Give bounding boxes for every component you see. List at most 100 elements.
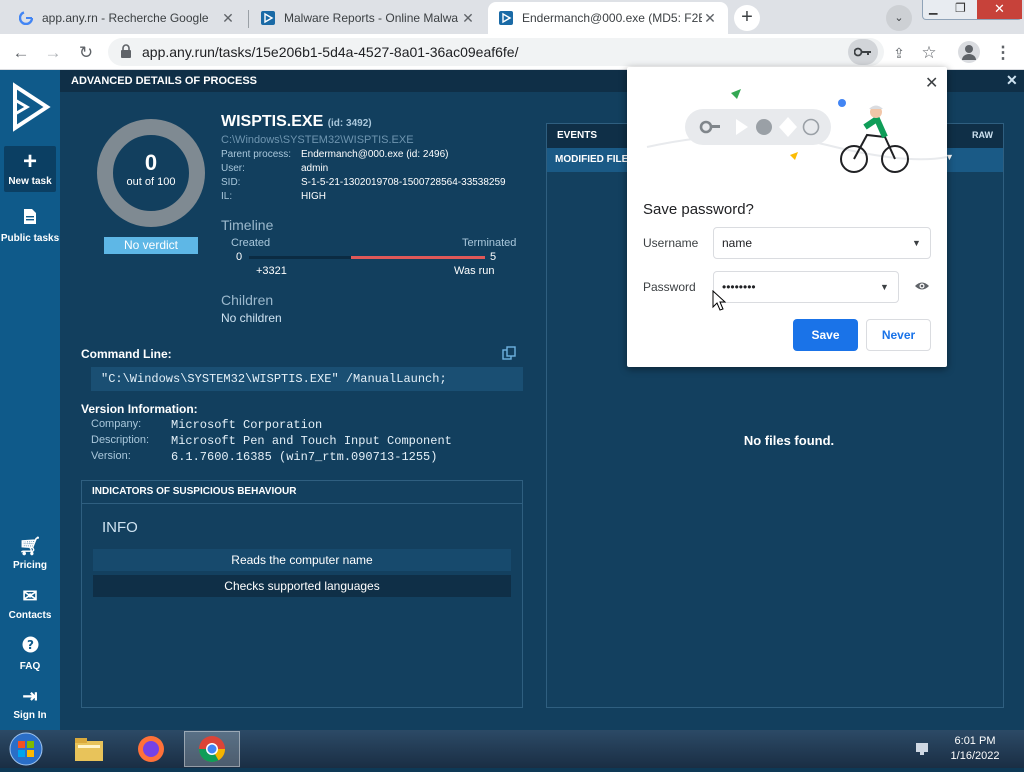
file-explorer-icon[interactable] <box>72 733 106 765</box>
back-arrow-icon[interactable]: ← <box>10 42 32 64</box>
score-donut: 0 out of 100 <box>96 118 206 228</box>
tab-strip: app.any.rn - Recherche Google ✕ Malware … <box>0 0 1024 34</box>
username-field[interactable]: name ▼ <box>713 227 931 259</box>
clock-time: 6:01 PM <box>954 735 996 747</box>
svg-text:?: ? <box>27 638 34 652</box>
anyrun-logo[interactable] <box>7 82 53 132</box>
key-icon[interactable] <box>848 39 878 65</box>
bookmark-star-icon[interactable]: ☆ <box>918 42 940 64</box>
timeline-terminated-label: Terminated <box>462 237 517 249</box>
copy-icon[interactable] <box>502 346 516 360</box>
indicator-item[interactable]: Checks supported languages <box>93 575 511 597</box>
tab-modified-files[interactable]: MODIFIED FILE <box>555 154 628 165</box>
timeline-bar-running <box>351 256 485 259</box>
start-button[interactable] <box>6 731 46 767</box>
forward-arrow-icon[interactable]: → <box>42 42 64 64</box>
document-icon <box>0 208 60 229</box>
process-fields: Parent process: Endermanch@000.exe (id: 2… <box>221 149 531 205</box>
timeline-terminated-value: 5 <box>490 251 497 263</box>
field-label: User: <box>221 163 245 174</box>
mouse-cursor-icon <box>712 289 727 317</box>
profile-avatar-icon[interactable] <box>958 41 980 63</box>
chrome-taskbar-button[interactable] <box>184 731 240 767</box>
command-line-value: "C:\Windows\SYSTEM32\WISPTIS.EXE" /Manua… <box>91 367 523 391</box>
version-value: 6.1.7600.16385 (win7_rtm.090713-1255) <box>171 450 438 464</box>
close-tab-icon[interactable]: ✕ <box>460 10 476 27</box>
timeline-created-value: 0 <box>236 251 243 263</box>
sidebar-item-pricing[interactable]: 🛒︎ Pricing <box>0 536 60 571</box>
field-value: HIGH <box>301 191 326 202</box>
sidebar-item-contacts[interactable]: ✉ Contacts <box>0 586 60 621</box>
browser-tab-malware-reports[interactable]: Malware Reports - Online Malwa ✕ <box>250 2 486 34</box>
indicator-item[interactable]: Reads the computer name <box>93 549 511 571</box>
lock-icon[interactable] <box>120 44 132 63</box>
indicators-header: INDICATORS OF SUSPICIOUS BEHAVIOUR <box>82 481 522 504</box>
share-icon[interactable]: ⇪ <box>888 42 910 64</box>
sidebar-item-label: Pricing <box>13 560 47 571</box>
clock-date: 1/16/2022 <box>950 750 1000 762</box>
field-row: Parent process: Endermanch@000.exe (id: 2… <box>221 149 531 163</box>
version-value: Microsoft Corporation <box>171 418 323 432</box>
events-empty-message: No files found. <box>743 433 835 448</box>
google-icon <box>18 10 34 26</box>
sidebar-item-public-tasks[interactable]: Public tasks <box>0 208 60 244</box>
save-button[interactable]: Save <box>793 319 858 351</box>
plus-icon: + <box>22 148 37 175</box>
kebab-menu-icon[interactable]: ⋮ <box>992 42 1014 64</box>
password-dropdown-icon[interactable]: ▼ <box>880 272 889 302</box>
url-text: app.any.run/tasks/15e206b1-5d4a-4527-8a0… <box>142 44 519 60</box>
version-label: Description: <box>91 434 150 446</box>
tab-events[interactable]: EVENTS <box>557 130 597 141</box>
raw-label: RAW <box>972 130 993 140</box>
close-tab-icon[interactable]: ✕ <box>702 10 718 27</box>
minimize-icon[interactable]: ▁ <box>929 2 937 15</box>
sidebar-item-new-task[interactable]: + New task <box>4 146 56 192</box>
close-tab-icon[interactable]: ✕ <box>220 10 236 27</box>
timeline-bar-idle <box>249 256 351 259</box>
new-tab-button[interactable]: + <box>734 5 760 31</box>
anyrun-icon <box>498 10 514 26</box>
username-dropdown-icon[interactable]: ▼ <box>912 228 921 258</box>
password-field[interactable]: •••••••• ▼ <box>713 271 899 303</box>
version-row: Description: Microsoft Pen and Touch Inpu… <box>91 434 521 450</box>
indicators-section-info: INFO <box>102 519 138 536</box>
omnibox[interactable]: app.any.run/tasks/15e206b1-5d4a-4527-8a0… <box>108 38 884 66</box>
reload-icon[interactable]: ↻ <box>75 42 97 64</box>
version-label: Company: <box>91 418 142 430</box>
signin-icon: ⇥ <box>22 686 38 706</box>
firefox-icon[interactable] <box>134 733 168 765</box>
sidebar-item-faq[interactable]: ? FAQ <box>0 636 60 672</box>
username-label: Username <box>643 236 699 250</box>
details-header-title: ADVANCED DETAILS OF PROCESS <box>71 75 257 87</box>
sidebar-item-label: New task <box>8 176 52 187</box>
window-controls: ▁ ❐ ✕ <box>922 0 1022 20</box>
indicators-panel: INDICATORS OF SUSPICIOUS BEHAVIOUR INFO … <box>81 480 523 708</box>
browser-tab-google[interactable]: app.any.rn - Recherche Google ✕ <box>8 2 246 34</box>
close-window-icon[interactable]: ✕ <box>977 0 1022 19</box>
close-panel-icon[interactable]: ✕ <box>1006 72 1018 89</box>
tab-title: app.any.rn - Recherche Google <box>42 11 209 25</box>
tab-title: Malware Reports - Online Malwa <box>284 11 459 25</box>
version-row: Company: Microsoft Corporation <box>91 418 521 434</box>
taskbar-clock[interactable]: 6:01 PM 1/16/2022 <box>940 734 1010 764</box>
password-label: Password <box>643 280 696 294</box>
save-password-dialog: ✕ Save password? Username name ▼ Passwor… <box>627 67 948 367</box>
version-label: Version: <box>91 450 131 462</box>
sidebar-item-label: FAQ <box>19 661 41 672</box>
help-icon: ? <box>0 636 60 657</box>
browser-tab-endermanch[interactable]: Endermanch@000.exe (MD5: F2E ✕ <box>488 2 728 34</box>
process-name: WISPTIS.EXE (id: 3492) <box>221 113 372 131</box>
timeline-terminated-status: Was run <box>454 265 495 277</box>
children-title: Children <box>221 292 274 308</box>
sidebar-item-sign-in[interactable]: ⇥ Sign In <box>0 686 60 721</box>
field-label: IL: <box>221 191 233 202</box>
never-button[interactable]: Never <box>866 319 931 351</box>
mail-icon: ✉ <box>22 586 38 606</box>
sidebar-item-label: Contacts <box>8 610 52 621</box>
close-dialog-icon[interactable]: ✕ <box>925 73 938 93</box>
anyrun-icon <box>260 10 276 26</box>
network-tray-icon[interactable] <box>914 740 932 758</box>
tab-search-chevron-icon[interactable]: ⌄ <box>886 5 912 31</box>
show-password-eye-icon[interactable] <box>914 279 932 293</box>
restore-icon[interactable]: ❐ <box>955 1 966 15</box>
